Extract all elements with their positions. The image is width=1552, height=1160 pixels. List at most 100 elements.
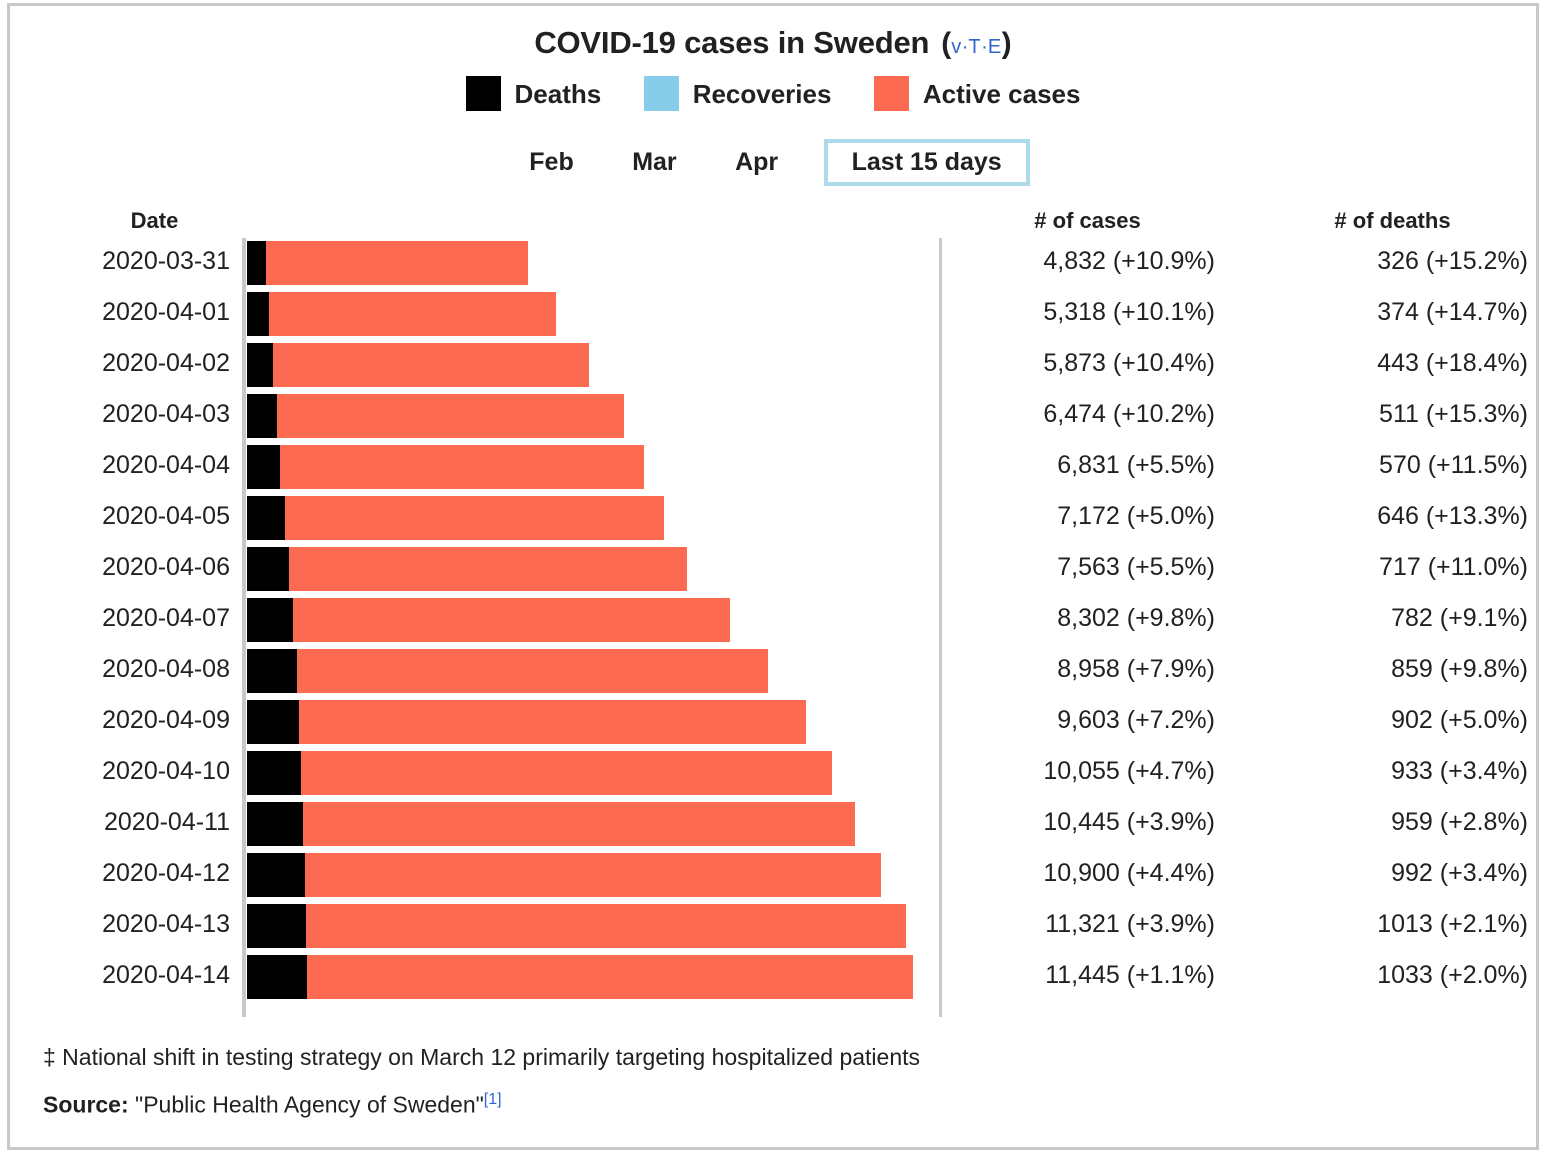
row-deaths-value: 933 (+3.4%) xyxy=(1391,757,1528,785)
row-deaths-value: 570 (+11.5%) xyxy=(1379,451,1528,479)
row-deaths-value: 1013 (+2.1%) xyxy=(1377,910,1528,938)
vte-talk-link[interactable]: T xyxy=(968,36,981,58)
row-cases-value: 11,445 (+1.1%) xyxy=(1045,961,1215,989)
table-row: 2020-04-04 6,831 (+5.5%) 570 (+11.5%) xyxy=(10,442,1552,493)
tab-mar[interactable]: Mar xyxy=(630,142,678,183)
chart-title-row: COVID-19 cases in Sweden (v·T·E) xyxy=(10,25,1536,61)
row-date-label: 2020-03-31 xyxy=(102,247,230,275)
bar-segment-active-cases xyxy=(276,394,624,438)
row-date-label: 2020-04-01 xyxy=(102,298,230,326)
tab-feb[interactable]: Feb xyxy=(527,142,575,183)
row-cases-value: 5,318 (+10.1%) xyxy=(1043,298,1215,326)
bar-segment-deaths xyxy=(247,394,277,438)
row-deaths-value: 1033 (+2.0%) xyxy=(1377,961,1528,989)
bar-segment-active-cases xyxy=(304,853,882,897)
row-cases-value: 9,603 (+7.2%) xyxy=(1057,706,1215,734)
bar-segment-active-cases xyxy=(305,904,906,948)
bar-segment-deaths xyxy=(247,751,302,795)
table-row: 2020-04-14 11,445 (+1.1%) 1033 (+2.0%) xyxy=(10,952,1552,1003)
bar-segment-deaths xyxy=(247,853,305,897)
stacked-bar xyxy=(247,751,833,795)
row-deaths-value: 859 (+9.8%) xyxy=(1391,655,1528,683)
bar-segment-deaths xyxy=(247,955,308,999)
row-deaths-value: 992 (+3.4%) xyxy=(1391,859,1528,887)
bar-segment-deaths xyxy=(247,649,297,693)
row-date-label: 2020-04-09 xyxy=(102,706,230,734)
row-cases-value: 8,958 (+7.9%) xyxy=(1057,655,1215,683)
table-row: 2020-04-09 9,603 (+7.2%) 902 (+5.0%) xyxy=(10,697,1552,748)
bar-segment-active-cases xyxy=(292,598,731,642)
stacked-bar xyxy=(247,598,731,642)
table-row: 2020-04-03 6,474 (+10.2%) 511 (+15.3%) xyxy=(10,391,1552,442)
tab-last-15-days[interactable]: Last 15 days xyxy=(823,139,1030,186)
row-date-label: 2020-04-10 xyxy=(102,757,230,785)
row-date-label: 2020-04-11 xyxy=(103,808,230,836)
row-cases-value: 11,321 (+3.9%) xyxy=(1045,910,1215,938)
bar-segment-active-cases xyxy=(302,802,855,846)
vte-links: (v·T·E) xyxy=(941,27,1011,60)
stacked-bar xyxy=(247,547,688,591)
table-row: 2020-04-05 7,172 (+5.0%) 646 (+13.3%) xyxy=(10,493,1552,544)
table-row: 2020-04-10 10,055 (+4.7%) 933 (+3.4%) xyxy=(10,748,1552,799)
table-row: 2020-04-13 11,321 (+3.9%) 1013 (+2.1%) xyxy=(10,901,1552,952)
source-reference-link[interactable]: [1] xyxy=(484,1091,502,1108)
bar-segment-active-cases xyxy=(288,547,688,591)
bar-segment-deaths xyxy=(247,598,293,642)
row-date-label: 2020-04-14 xyxy=(102,961,230,989)
row-deaths-value: 902 (+5.0%) xyxy=(1391,706,1528,734)
bar-segment-deaths xyxy=(247,343,273,387)
bar-segment-deaths xyxy=(247,700,300,744)
legend-label-deaths: Deaths xyxy=(514,79,602,109)
stacked-bar xyxy=(247,496,665,540)
column-header-deaths: # of deaths xyxy=(1334,208,1451,233)
vte-open-paren: ( xyxy=(941,27,952,60)
bar-segment-deaths xyxy=(247,292,269,336)
row-date-label: 2020-04-06 xyxy=(102,553,230,581)
bar-segment-active-cases xyxy=(307,955,913,999)
table-row: 2020-04-12 10,900 (+4.4%) 992 (+3.4%) xyxy=(10,850,1552,901)
row-date-label: 2020-04-13 xyxy=(102,910,230,938)
row-cases-value: 7,172 (+5.0%) xyxy=(1057,502,1215,530)
stacked-bar xyxy=(247,343,589,387)
table-row: 2020-04-11 10,445 (+3.9%) 959 (+2.8%) xyxy=(10,799,1552,850)
row-cases-value: 10,445 (+3.9%) xyxy=(1043,808,1215,836)
vte-edit-link[interactable]: E xyxy=(988,36,1002,58)
legend-swatch-recoveries-icon xyxy=(643,76,679,111)
row-date-label: 2020-04-02 xyxy=(102,349,230,377)
table-row: 2020-04-02 5,873 (+10.4%) 443 (+18.4%) xyxy=(10,340,1552,391)
tab-apr[interactable]: Apr xyxy=(733,142,780,183)
page-title: COVID-19 cases in Sweden xyxy=(534,25,930,60)
time-range-tabs: Feb Mar Apr Last 15 days xyxy=(10,139,1536,186)
vte-view-link[interactable]: v xyxy=(951,36,962,58)
row-date-label: 2020-04-05 xyxy=(102,502,230,530)
footnote-testing-strategy: ‡ National shift in testing strategy on … xyxy=(43,1044,921,1070)
legend-label-active: Active cases xyxy=(922,79,1081,109)
row-date-label: 2020-04-08 xyxy=(102,655,230,683)
row-deaths-value: 511 (+15.3%) xyxy=(1379,400,1528,428)
bar-segment-active-cases xyxy=(268,292,557,336)
row-cases-value: 5,873 (+10.4%) xyxy=(1043,349,1215,377)
row-cases-value: 10,055 (+4.7%) xyxy=(1043,757,1215,785)
row-cases-value: 6,474 (+10.2%) xyxy=(1043,400,1215,428)
row-cases-value: 4,832 (+10.9%) xyxy=(1043,247,1215,275)
bar-segment-deaths xyxy=(247,547,289,591)
stacked-bar xyxy=(247,241,529,285)
table-row: 2020-03-31 4,832 (+10.9%) 326 (+15.2%) xyxy=(10,238,1552,289)
row-cases-value: 6,831 (+5.5%) xyxy=(1057,451,1215,479)
vte-close-paren: ) xyxy=(1001,27,1012,60)
covid-infobox: COVID-19 cases in Sweden (v·T·E) Deaths R… xyxy=(7,3,1539,1150)
row-deaths-value: 717 (+11.0%) xyxy=(1379,553,1528,581)
bar-segment-deaths xyxy=(247,241,266,285)
row-deaths-value: 443 (+18.4%) xyxy=(1377,349,1528,377)
table-row: 2020-04-01 5,318 (+10.1%) 374 (+14.7%) xyxy=(10,289,1552,340)
row-date-label: 2020-04-04 xyxy=(102,451,230,479)
row-deaths-value: 959 (+2.8%) xyxy=(1391,808,1528,836)
bar-segment-active-cases xyxy=(280,445,645,489)
column-header-cases: # of cases xyxy=(1034,208,1141,233)
footnote-source: Source: "Public Health Agency of Sweden"… xyxy=(43,1091,502,1119)
stacked-bar xyxy=(247,802,855,846)
row-deaths-value: 374 (+14.7%) xyxy=(1377,298,1528,326)
row-deaths-value: 782 (+9.1%) xyxy=(1391,604,1528,632)
row-date-label: 2020-04-07 xyxy=(102,604,230,632)
chart-legend: Deaths Recoveries Active cases xyxy=(10,76,1536,111)
